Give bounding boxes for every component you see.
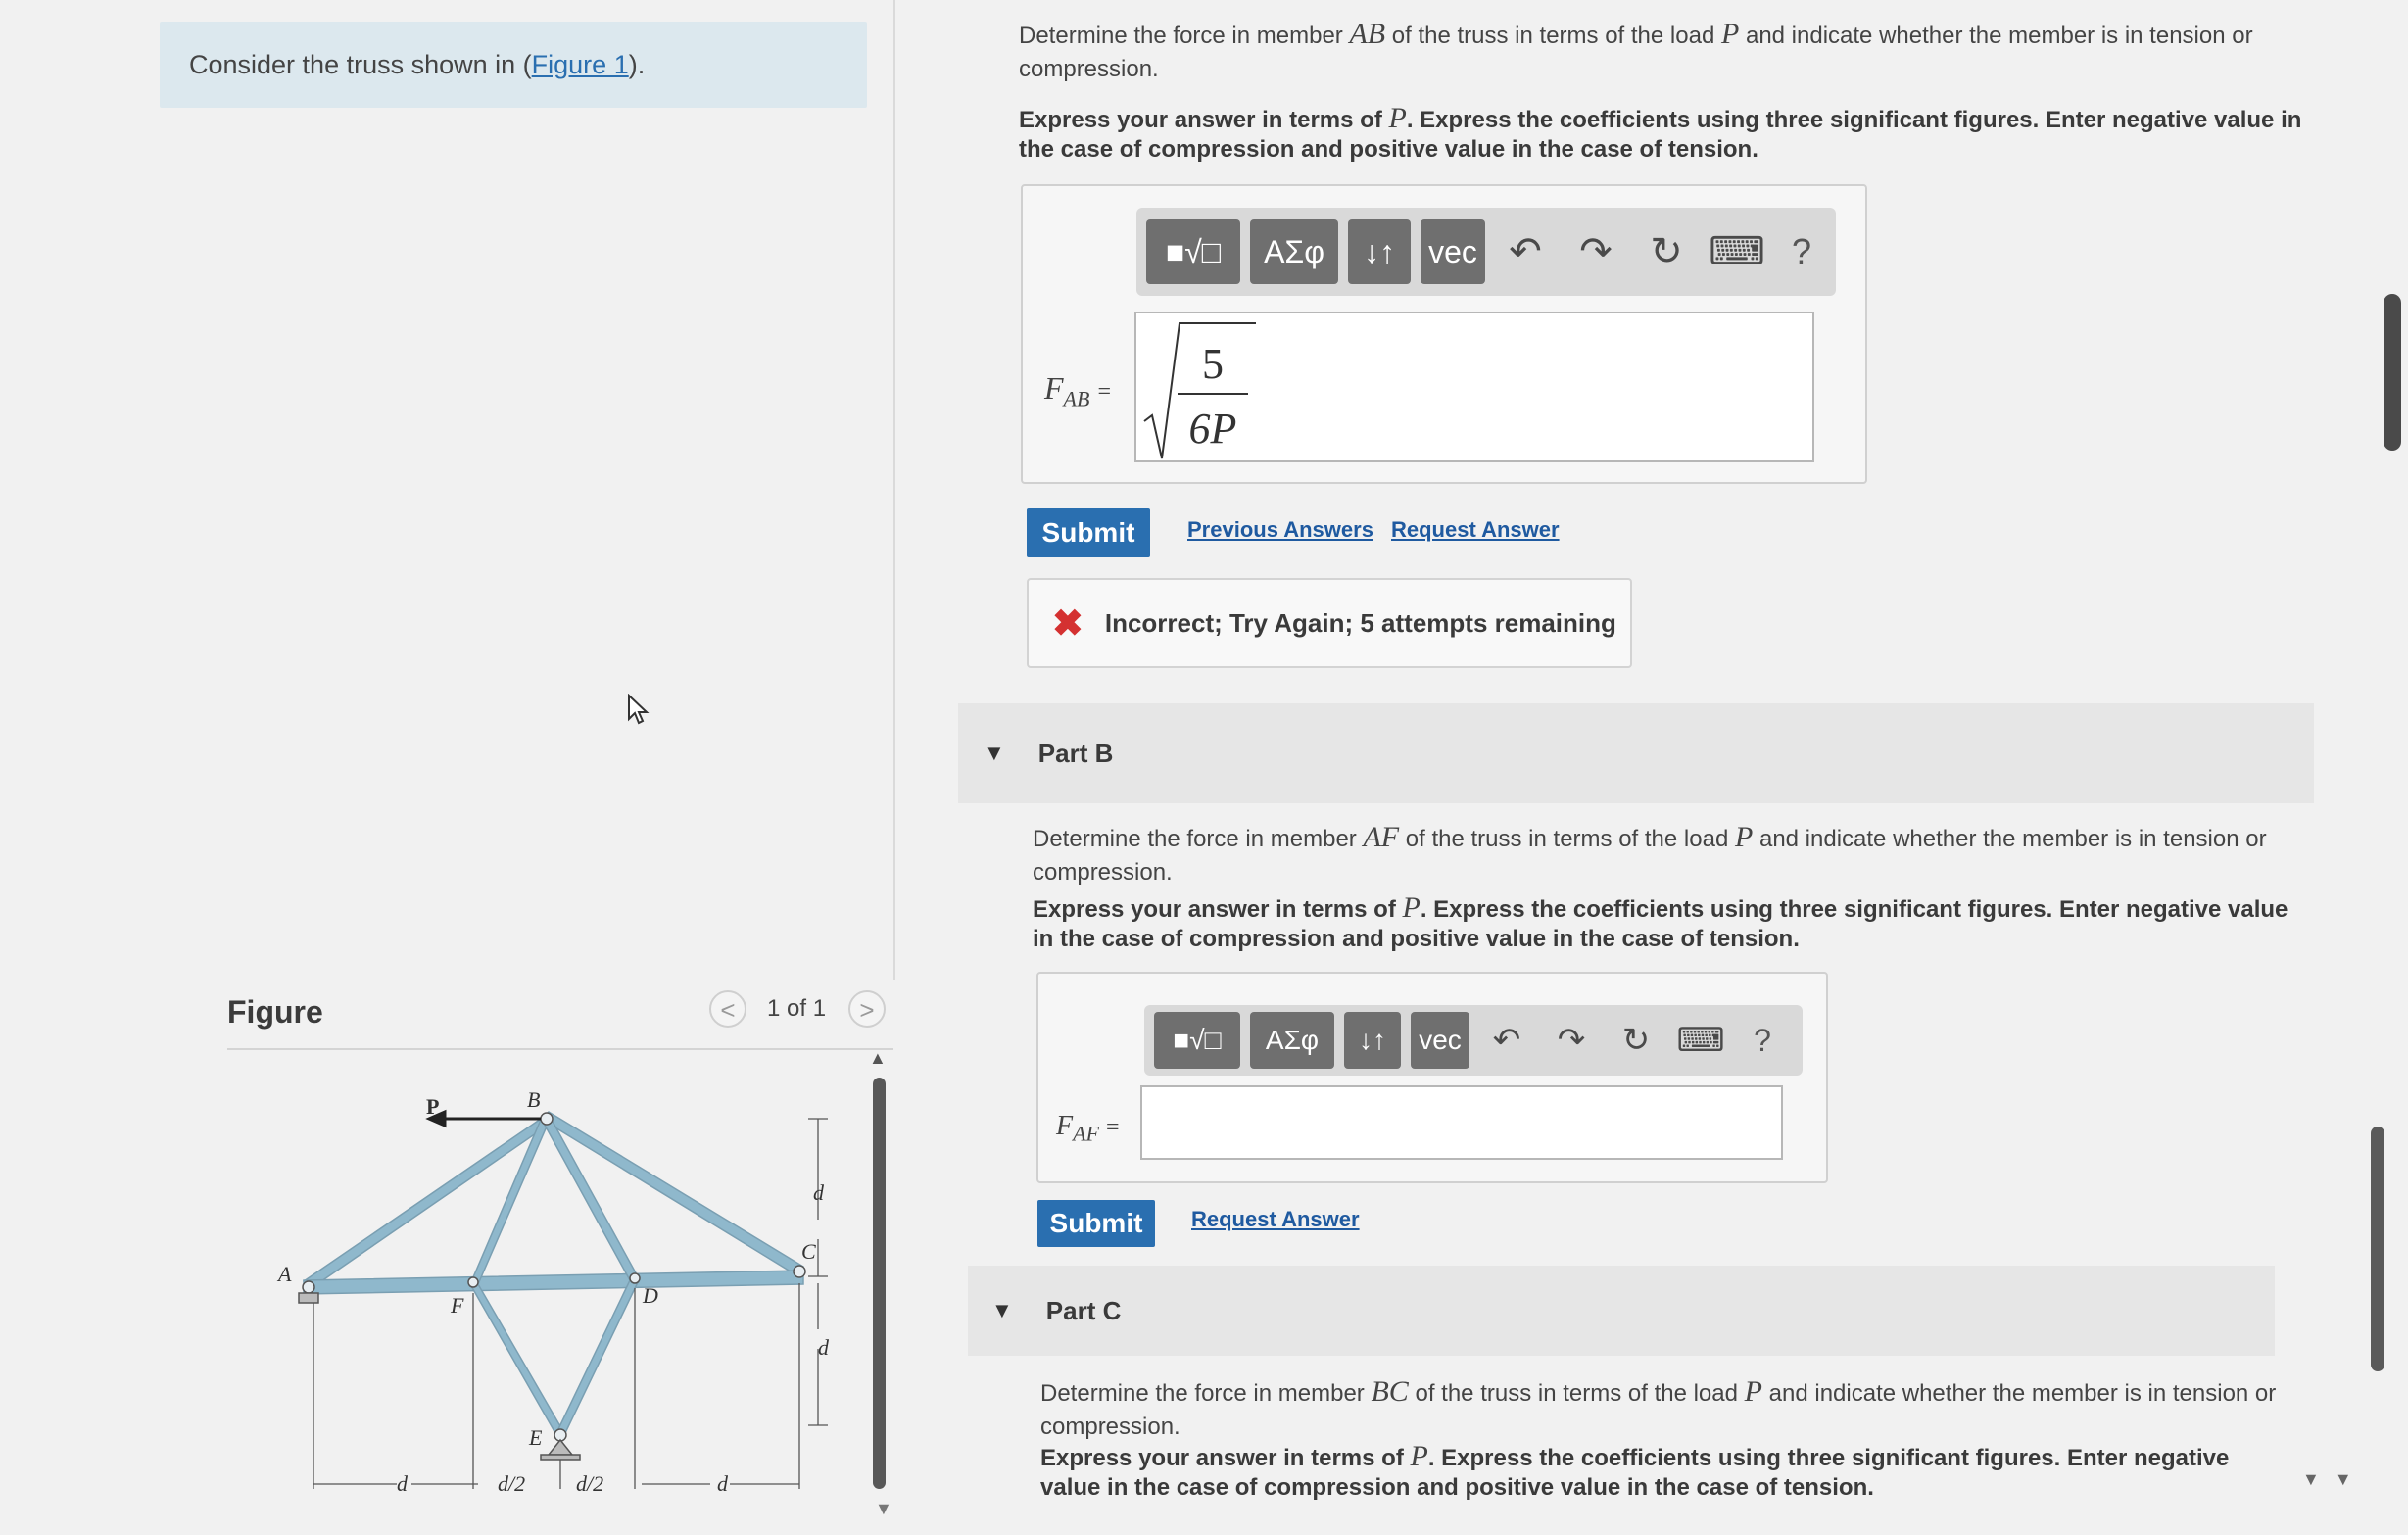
- truss-members: [303, 1111, 804, 1436]
- figure-title: Figure: [227, 994, 323, 1030]
- figure-link[interactable]: Figure 1: [532, 50, 629, 79]
- label-d-left: d: [397, 1471, 409, 1496]
- scroll-down-arrows[interactable]: ▼ ▼: [2302, 1469, 2352, 1490]
- partB-answer-label: FAF =: [1056, 1111, 1120, 1146]
- label-A: A: [276, 1262, 292, 1286]
- pin-D: [629, 1272, 641, 1284]
- figure-scroll-up[interactable]: ▲: [869, 1048, 887, 1069]
- label-B: B: [527, 1087, 540, 1112]
- mouse-cursor-icon: [628, 694, 650, 725]
- partB-request-answer-link[interactable]: Request Answer: [1191, 1207, 1360, 1232]
- label-C: C: [801, 1239, 816, 1264]
- sqrt-fraction: 5 6P: [1143, 322, 1256, 459]
- partC-title: Part C: [1045, 1295, 1122, 1325]
- previous-answers-link[interactable]: Previous Answers: [1187, 517, 1373, 543]
- greek-symbols-button[interactable]: ΑΣφ: [1250, 219, 1338, 284]
- reset-icon[interactable]: ↻: [1636, 229, 1697, 274]
- partB-instructions: Express your answer in terms of P. Expre…: [1033, 891, 2288, 953]
- keyboard-icon[interactable]: ⌨: [1673, 1021, 1728, 1060]
- dimension-lines: [313, 1118, 828, 1489]
- vector-button[interactable]: vec: [1411, 1012, 1469, 1069]
- partC-question: Determine the force in member BC of the …: [1040, 1375, 2277, 1440]
- partA-submit-button[interactable]: Submit: [1027, 508, 1150, 557]
- member-BC: [539, 1111, 804, 1278]
- partA-question: Determine the force in member AB of the …: [1019, 18, 2253, 82]
- support-E: [547, 1438, 574, 1456]
- partB-answer-input[interactable]: [1140, 1085, 1783, 1160]
- partA-toolbar: ■√□ ΑΣφ ↓↑ vec ↶ ↷ ↻ ⌨ ?: [1136, 208, 1836, 296]
- label-d-lower: d: [818, 1335, 830, 1360]
- label-d-right: d: [717, 1471, 729, 1496]
- subscript-superscript-button[interactable]: ↓↑: [1344, 1012, 1401, 1069]
- help-icon[interactable]: ?: [1738, 1023, 1787, 1059]
- vector-button[interactable]: vec: [1421, 219, 1485, 284]
- collapse-caret-icon: ▼: [984, 741, 1005, 765]
- figure-scrollbar[interactable]: [873, 1078, 886, 1489]
- load-arrow: [425, 1109, 541, 1128]
- undo-icon[interactable]: ↶: [1479, 1021, 1534, 1060]
- column-divider: [893, 0, 895, 980]
- pin-F: [467, 1276, 479, 1288]
- reset-icon[interactable]: ↻: [1609, 1021, 1663, 1060]
- answer-denominator: 6P: [1189, 405, 1237, 453]
- collapse-caret-icon: ▼: [991, 1298, 1013, 1322]
- redo-icon[interactable]: ↷: [1565, 229, 1626, 274]
- support-E-base: [540, 1454, 581, 1461]
- member-AC: [303, 1270, 804, 1295]
- label-E: E: [528, 1425, 543, 1450]
- label-d-half-1: d/2: [498, 1471, 525, 1496]
- partB-toolbar: ■√□ ΑΣφ ↓↑ vec ↶ ↷ ↻ ⌨ ?: [1144, 1005, 1803, 1076]
- partA-feedback: ✖ Incorrect; Try Again; 5 attempts remai…: [1027, 578, 1632, 668]
- pin-A: [302, 1280, 315, 1294]
- label-d-half-2: d/2: [576, 1471, 603, 1496]
- answer-numerator: 5: [1202, 340, 1224, 388]
- member-FE: [468, 1283, 566, 1436]
- page-scrollbar[interactable]: [2384, 294, 2401, 451]
- label-P: P: [426, 1094, 439, 1119]
- keyboard-icon[interactable]: ⌨: [1707, 229, 1767, 274]
- figure-prev-button[interactable]: <: [709, 990, 746, 1028]
- intro-box: Consider the truss shown in (Figure 1).: [160, 22, 867, 108]
- label-d-upper: d: [813, 1180, 825, 1205]
- truss-diagram: P B A C D F E d d d d/2 d/2 d: [276, 1087, 830, 1496]
- partB-title: Part B: [1037, 738, 1114, 768]
- figure-next-button[interactable]: >: [848, 990, 886, 1028]
- templates-button[interactable]: ■√□: [1146, 219, 1240, 284]
- partB-question: Determine the force in member AF of the …: [1033, 821, 2267, 886]
- feedback-message: Incorrect; Try Again; 5 attempts remaini…: [1104, 607, 1616, 638]
- pin-C: [793, 1265, 806, 1278]
- incorrect-icon: ✖: [1052, 602, 1084, 645]
- help-icon[interactable]: ?: [1777, 231, 1826, 272]
- partB-submit-button[interactable]: Submit: [1037, 1200, 1155, 1247]
- pin-B: [540, 1112, 554, 1126]
- partA-request-answer-link[interactable]: Request Answer: [1391, 517, 1560, 543]
- label-F: F: [450, 1293, 464, 1318]
- member-DE: [554, 1279, 641, 1436]
- subscript-superscript-button[interactable]: ↓↑: [1348, 219, 1411, 284]
- partC-header[interactable]: ▼ Part C: [968, 1266, 2275, 1356]
- figure-scroll-down[interactable]: ▼: [875, 1499, 892, 1519]
- intro-text: Consider the truss shown in (Figure 1).: [189, 49, 646, 79]
- partA-answer-input[interactable]: 5 6P: [1134, 312, 1814, 462]
- templates-button[interactable]: ■√□: [1154, 1012, 1240, 1069]
- partA-instructions: Express your answer in terms of P. Expre…: [1019, 102, 2302, 164]
- partA-answer-label: FAB =: [1044, 370, 1111, 411]
- figure-divider: [227, 1048, 893, 1050]
- partC-instructions: Express your answer in terms of P. Expre…: [1040, 1440, 2230, 1502]
- redo-icon[interactable]: ↷: [1544, 1021, 1599, 1060]
- greek-symbols-button[interactable]: ΑΣφ: [1250, 1012, 1334, 1069]
- figure-pager-label: 1 of 1: [767, 995, 827, 1022]
- label-D: D: [642, 1283, 658, 1308]
- content-scrollbar[interactable]: [2371, 1127, 2384, 1371]
- partB-header[interactable]: ▼ Part B: [958, 703, 2314, 803]
- undo-icon[interactable]: ↶: [1495, 229, 1556, 274]
- support-A: [298, 1292, 319, 1304]
